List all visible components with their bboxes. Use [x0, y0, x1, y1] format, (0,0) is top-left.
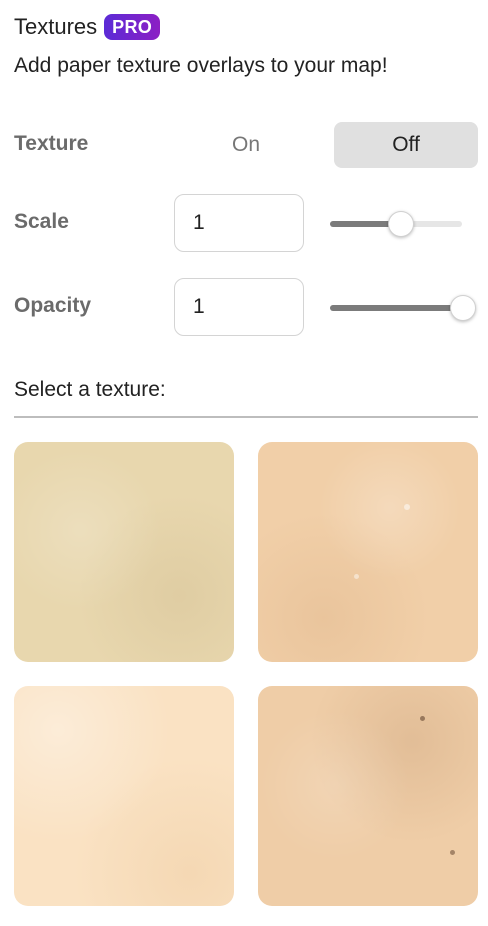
scale-slider[interactable]: [330, 210, 462, 238]
opacity-slider[interactable]: [330, 294, 476, 322]
header: Textures PRO: [14, 12, 161, 42]
panel-title: Textures: [14, 14, 98, 39]
scale-slider-thumb[interactable]: [387, 211, 414, 237]
opacity-label: Opacity: [14, 294, 92, 317]
scale-label: Scale: [14, 210, 69, 233]
texture-speck: [450, 850, 455, 855]
texture-option-1[interactable]: [14, 442, 234, 662]
texture-off-button[interactable]: Off: [334, 122, 478, 168]
texture-speck: [404, 504, 410, 510]
scale-input[interactable]: [174, 194, 304, 252]
opacity-slider-fill: [330, 305, 462, 311]
texture-option-2[interactable]: [258, 442, 478, 662]
opacity-slider-thumb[interactable]: [450, 295, 476, 321]
texture-on-button[interactable]: On: [196, 122, 296, 168]
texture-picker-title: Select a texture:: [14, 378, 166, 401]
opacity-input[interactable]: [174, 278, 304, 336]
section-divider: [14, 416, 478, 418]
panel-subtitle: Add paper texture overlays to your map!: [14, 54, 388, 77]
texture-toggle-label: Texture: [14, 132, 89, 155]
texture-speck: [354, 574, 359, 579]
texture-option-4[interactable]: [258, 686, 478, 906]
pro-badge: PRO: [104, 14, 161, 40]
texture-speck: [420, 716, 425, 721]
texture-option-3[interactable]: [14, 686, 234, 906]
